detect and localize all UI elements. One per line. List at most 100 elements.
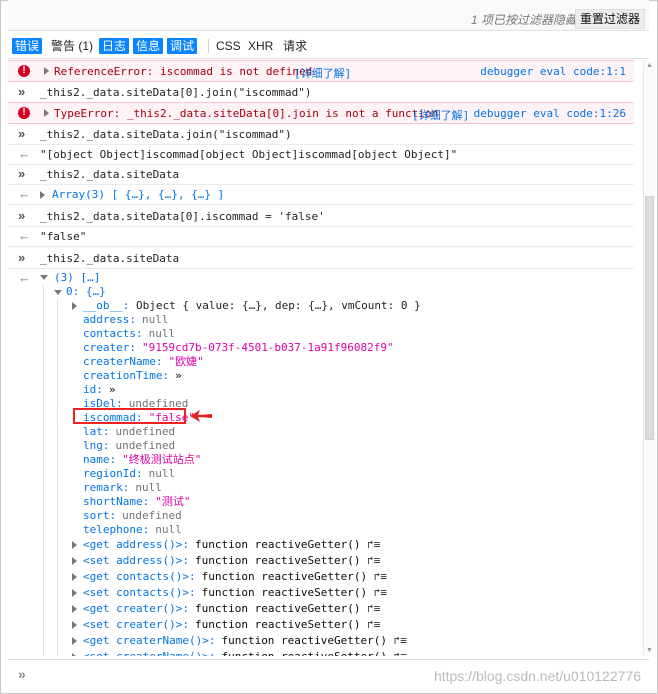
watermark-text: https://blog.csdn.net/u010122776 bbox=[433, 668, 641, 684]
accessor-key: <get address()>: bbox=[83, 538, 189, 551]
input-command: _this2._data.siteData bbox=[40, 168, 180, 181]
array-item-0[interactable]: 0: {…} bbox=[66, 285, 106, 299]
expand-icon[interactable] bbox=[72, 541, 77, 549]
filter-warnings[interactable]: 警告 (1) bbox=[48, 38, 96, 54]
vertical-scrollbar[interactable]: ▲ ▼ bbox=[643, 60, 656, 656]
property-row: lng: undefined bbox=[83, 439, 175, 453]
expand-icon[interactable] bbox=[72, 573, 77, 581]
highlight-box bbox=[73, 408, 186, 424]
accessor-row: <set createrName()>: function reactiveSet… bbox=[83, 650, 407, 656]
filter-xhr[interactable]: XHR bbox=[245, 38, 276, 54]
property-value: undefined bbox=[115, 439, 176, 452]
jump-to-definition-icon[interactable]: ↱≡ bbox=[361, 538, 380, 551]
scrollbar-thumb[interactable] bbox=[645, 196, 654, 440]
property-key: lat: bbox=[83, 425, 110, 438]
input-chevron-icon: » bbox=[18, 84, 26, 99]
filter-css[interactable]: CSS bbox=[213, 38, 244, 54]
output-entry: ← "false" bbox=[8, 226, 634, 247]
result-arrow-icon: ← bbox=[18, 228, 31, 243]
accessor-key: <set contacts()>: bbox=[83, 586, 196, 599]
reset-filters-button[interactable]: 重置过滤器 bbox=[574, 9, 645, 29]
filter-separator bbox=[208, 39, 209, 53]
array-preview[interactable]: Array(3) [ {…}, {…}, {…} ] bbox=[52, 188, 224, 201]
input-command: _this2._data.siteData[0].join("iscommad"… bbox=[40, 86, 312, 99]
property-value[interactable]: » bbox=[109, 383, 116, 396]
learn-more-link[interactable]: [详细了解] bbox=[294, 65, 351, 81]
console-input[interactable]: » https://blog.csdn.net/u010122776 bbox=[8, 659, 649, 690]
filter-requests[interactable]: 请求 bbox=[280, 38, 310, 54]
accessor-function: function reactiveSetter() bbox=[201, 586, 368, 599]
input-command: _this2._data.siteData.join("iscommad") bbox=[40, 128, 292, 141]
property-value: null bbox=[148, 327, 176, 340]
input-entry: » _this2._data.siteData[0].join("iscomma… bbox=[8, 82, 634, 103]
jump-to-definition-icon[interactable]: ↱≡ bbox=[387, 634, 407, 647]
ob-property: __ob__: Object { value: {…}, dep: {…}, v… bbox=[83, 299, 421, 312]
learn-more-link[interactable]: [详细了解] bbox=[412, 107, 469, 123]
expand-icon[interactable] bbox=[72, 637, 77, 645]
property-key: shortName: bbox=[83, 495, 150, 508]
input-entry: » _this2._data.siteData bbox=[8, 248, 634, 269]
scroll-down-icon[interactable]: ▼ bbox=[646, 647, 653, 654]
property-row: shortName: "测试" bbox=[83, 495, 190, 509]
error-message: ! TypeError: _this2._data.siteData[0].jo… bbox=[8, 102, 634, 124]
prompt-chevron-icon: » bbox=[18, 666, 26, 682]
accessor-key: <get createrName()>: bbox=[83, 634, 216, 647]
expand-icon[interactable] bbox=[72, 605, 77, 613]
accessor-row: <get contacts()>: function reactiveGetter… bbox=[83, 570, 387, 584]
source-location-link[interactable]: debugger eval code:1:26 bbox=[474, 107, 626, 120]
console-output: ! ReferenceError: iscommad is not define… bbox=[8, 60, 634, 656]
property-key: name: bbox=[83, 453, 117, 466]
expand-icon[interactable] bbox=[72, 653, 77, 656]
property-row: address: null bbox=[83, 313, 168, 327]
input-entry: » _this2._data.siteData.join("iscommad") bbox=[8, 124, 634, 145]
jump-to-definition-icon[interactable]: ↱≡ bbox=[367, 570, 387, 583]
property-row: contacts: null bbox=[83, 327, 175, 341]
input-chevron-icon: » bbox=[18, 208, 26, 223]
expand-icon[interactable] bbox=[72, 589, 77, 597]
property-value[interactable]: » bbox=[175, 369, 182, 382]
property-value: "终极测试站点" bbox=[122, 453, 202, 466]
property-value: null bbox=[135, 481, 162, 494]
expand-icon[interactable] bbox=[44, 109, 49, 117]
property-value: "9159cd7b-073f-4501-b037-1a91f96082f9" bbox=[141, 341, 394, 354]
collapse-icon[interactable] bbox=[54, 290, 62, 295]
scroll-up-icon[interactable]: ▲ bbox=[646, 62, 653, 69]
expand-icon[interactable] bbox=[72, 621, 77, 629]
property-value: null bbox=[155, 523, 182, 536]
property-row: sort: undefined bbox=[83, 509, 182, 523]
accessor-function: function reactiveSetter() bbox=[194, 618, 361, 631]
accessor-row: <set address()>: function reactiveSetter(… bbox=[83, 554, 380, 568]
jump-to-definition-icon[interactable]: ↱≡ bbox=[361, 554, 380, 567]
property-value: undefined bbox=[122, 509, 182, 522]
input-entry: » _this2._data.siteData bbox=[8, 164, 634, 185]
filter-logs[interactable]: 日志 bbox=[99, 38, 130, 54]
jump-to-definition-icon[interactable]: ↱≡ bbox=[367, 586, 387, 599]
error-text: ReferenceError: iscommad is not defined bbox=[54, 65, 313, 78]
expand-icon[interactable] bbox=[72, 557, 77, 565]
filter-errors[interactable]: 错误 bbox=[12, 38, 43, 54]
source-location-link[interactable]: debugger eval code:1:1 bbox=[480, 65, 626, 78]
input-entry: » _this2._data.siteData[0].iscommad = 'f… bbox=[8, 206, 634, 227]
tree-guide bbox=[43, 285, 44, 656]
jump-to-definition-icon[interactable]: ↱≡ bbox=[361, 602, 380, 615]
jump-to-definition-icon[interactable]: ↱≡ bbox=[387, 650, 407, 656]
collapse-icon[interactable] bbox=[40, 275, 48, 280]
expand-icon[interactable] bbox=[40, 191, 45, 199]
property-row: id: » bbox=[83, 383, 116, 397]
error-message: ! ReferenceError: iscommad is not define… bbox=[8, 60, 634, 82]
input-command: _this2._data.siteData bbox=[40, 252, 180, 265]
result-arrow-icon: ← bbox=[18, 270, 31, 285]
filter-info[interactable]: 信息 bbox=[133, 38, 164, 54]
property-key: telephone: bbox=[83, 523, 150, 536]
expand-icon[interactable] bbox=[72, 302, 77, 310]
object-tree: ← (3) […] 0: {…} __ob__: Object { value:… bbox=[8, 268, 634, 656]
error-icon: ! bbox=[18, 65, 30, 77]
property-row: createrName: "欧婕" bbox=[83, 355, 204, 369]
accessor-function: function reactiveGetter() bbox=[221, 634, 388, 647]
accessor-key: <set createrName()>: bbox=[83, 650, 215, 656]
jump-to-definition-icon[interactable]: ↱≡ bbox=[361, 618, 380, 631]
filter-debug[interactable]: 调试 bbox=[167, 38, 198, 54]
array-label[interactable]: (3) […] bbox=[54, 271, 100, 285]
input-chevron-icon: » bbox=[18, 126, 26, 141]
expand-icon[interactable] bbox=[44, 67, 49, 75]
